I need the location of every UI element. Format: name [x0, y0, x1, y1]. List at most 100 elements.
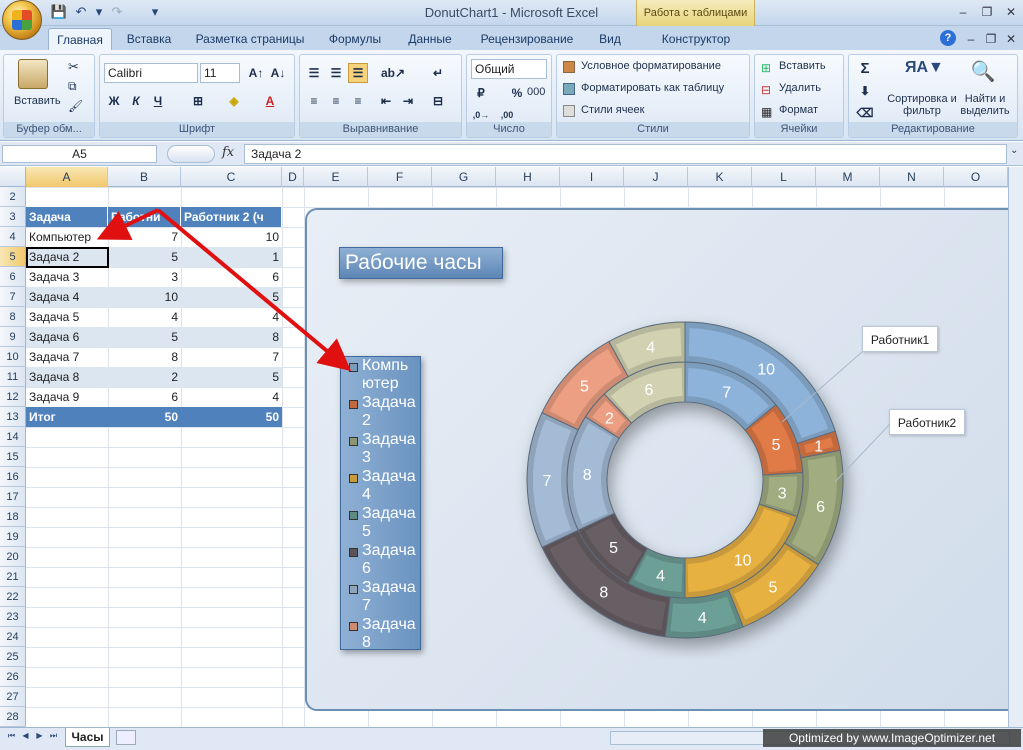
- autosum-icon[interactable]: Σ: [855, 59, 875, 79]
- row-header-12[interactable]: 12: [0, 387, 26, 407]
- table-cell[interactable]: 8: [181, 327, 282, 347]
- table-cell[interactable]: 5: [108, 327, 181, 347]
- row-header-5[interactable]: 5: [0, 247, 26, 267]
- row-header-24[interactable]: 24: [0, 627, 26, 647]
- italic-button[interactable]: К: [126, 91, 146, 111]
- column-header-a[interactable]: A: [26, 167, 108, 187]
- table-cell[interactable]: 10: [181, 227, 282, 247]
- table-header-1[interactable]: Задача: [26, 207, 108, 227]
- column-header-n[interactable]: N: [880, 167, 944, 187]
- row-header-20[interactable]: 20: [0, 547, 26, 567]
- align-center-icon[interactable]: ≡: [326, 91, 346, 111]
- row-header-28[interactable]: 28: [0, 707, 26, 727]
- table-cell[interactable]: 6: [108, 387, 181, 407]
- column-header-d[interactable]: D: [282, 167, 304, 187]
- legend-item[interactable]: Задача 4: [341, 468, 420, 505]
- row-header-11[interactable]: 11: [0, 367, 26, 387]
- expand-formula-icon[interactable]: ⌄: [1010, 145, 1018, 156]
- align-bottom-icon[interactable]: ☰: [348, 63, 368, 83]
- row-header-13[interactable]: 13: [0, 407, 26, 427]
- find-select-button[interactable]: Найти и выделить: [955, 93, 1015, 117]
- find-select-icon[interactable]: 🔍: [969, 59, 997, 89]
- merge-cells-icon[interactable]: ⊟: [428, 91, 448, 111]
- row-header-19[interactable]: 19: [0, 527, 26, 547]
- table-cell[interactable]: 7: [181, 347, 282, 367]
- table-total-cell[interactable]: 50: [181, 407, 282, 427]
- row-header-10[interactable]: 10: [0, 347, 26, 367]
- conditional-format-button[interactable]: Условное форматирование: [581, 60, 721, 72]
- row-header-6[interactable]: 6: [0, 267, 26, 287]
- column-header-c[interactable]: C: [181, 167, 282, 187]
- formula-bar-divider[interactable]: [167, 145, 215, 163]
- table-cell[interactable]: 6: [181, 267, 282, 287]
- number-format-combo[interactable]: Общий: [471, 59, 547, 79]
- row-header-26[interactable]: 26: [0, 667, 26, 687]
- chart-legend[interactable]: Компьютер Задача 2 Задача 3 Задача 4 Задача …: [340, 356, 421, 650]
- table-total-cell[interactable]: 50: [108, 407, 181, 427]
- table-cell[interactable]: 10: [108, 287, 181, 307]
- restore-icon[interactable]: ❐: [976, 3, 998, 21]
- sheet-tab-active[interactable]: Часы: [65, 728, 110, 747]
- cell-styles-button[interactable]: Стили ячеек: [581, 104, 644, 116]
- legend-item[interactable]: Компьютер: [341, 357, 420, 394]
- ribbon-minimize-icon[interactable]: –: [960, 30, 982, 48]
- table-cell[interactable]: 2: [108, 367, 181, 387]
- column-header-o[interactable]: O: [944, 167, 1008, 187]
- orientation-icon[interactable]: ab↗: [380, 63, 405, 83]
- tab-formulas[interactable]: Формулы: [322, 28, 388, 50]
- row-header-2[interactable]: 2: [0, 187, 26, 207]
- currency-icon[interactable]: ₽: [471, 83, 491, 103]
- clear-icon[interactable]: ⌫: [855, 103, 875, 123]
- table-header-3[interactable]: Работник 2 (ч: [181, 207, 282, 227]
- column-header-l[interactable]: L: [752, 167, 816, 187]
- column-header-i[interactable]: I: [560, 167, 624, 187]
- row-header-17[interactable]: 17: [0, 487, 26, 507]
- row-header-8[interactable]: 8: [0, 307, 26, 327]
- help-icon[interactable]: ?: [940, 30, 956, 46]
- column-header-g[interactable]: G: [432, 167, 496, 187]
- table-cell[interactable]: Компьютер: [26, 227, 108, 247]
- name-box[interactable]: A5: [2, 145, 157, 163]
- table-total-cell[interactable]: Итог: [26, 407, 108, 427]
- tab-home[interactable]: Главная: [48, 28, 112, 50]
- bold-button[interactable]: Ж: [104, 91, 124, 111]
- office-button[interactable]: [2, 0, 42, 40]
- table-cell[interactable]: 7: [108, 227, 181, 247]
- format-as-table-button[interactable]: Форматировать как таблицу: [581, 82, 724, 94]
- row-header-22[interactable]: 22: [0, 587, 26, 607]
- column-header-k[interactable]: K: [688, 167, 752, 187]
- fx-button[interactable]: fx: [222, 145, 234, 160]
- column-header-f[interactable]: F: [368, 167, 432, 187]
- close-icon[interactable]: ✕: [1000, 3, 1022, 21]
- copy-icon[interactable]: ⧉: [68, 79, 77, 94]
- align-right-icon[interactable]: ≡: [348, 91, 368, 111]
- table-cell[interactable]: Задача 8: [26, 367, 108, 387]
- decrease-indent-icon[interactable]: ⇤: [376, 91, 396, 111]
- column-header-h[interactable]: H: [496, 167, 560, 187]
- table-cell[interactable]: 4: [181, 307, 282, 327]
- tab-page-layout[interactable]: Разметка страницы: [190, 28, 310, 50]
- align-top-icon[interactable]: ☰: [304, 63, 324, 83]
- legend-item[interactable]: Задача 6: [341, 542, 420, 579]
- format-painter-icon[interactable]: 🖌: [68, 99, 83, 113]
- ribbon-restore-icon[interactable]: ❐: [980, 30, 1002, 48]
- column-header-b[interactable]: B: [108, 167, 181, 187]
- column-header-m[interactable]: M: [816, 167, 880, 187]
- ribbon-close-icon[interactable]: ✕: [1000, 30, 1022, 48]
- table-cell[interactable]: Задача 4: [26, 287, 108, 307]
- column-header-e[interactable]: E: [304, 167, 368, 187]
- table-cell[interactable]: 4: [181, 387, 282, 407]
- row-header-4[interactable]: 4: [0, 227, 26, 247]
- sort-filter-icon[interactable]: ЯA▼: [905, 59, 944, 89]
- fill-icon[interactable]: ⬇: [855, 81, 875, 101]
- insert-sheet-icon[interactable]: [116, 730, 136, 745]
- legend-item[interactable]: Задача 8: [341, 616, 420, 649]
- legend-item[interactable]: Задача 5: [341, 505, 420, 542]
- row-header-9[interactable]: 9: [0, 327, 26, 347]
- font-color-icon[interactable]: A: [260, 91, 280, 111]
- format-cells-button[interactable]: Формат: [779, 104, 818, 116]
- row-header-27[interactable]: 27: [0, 687, 26, 707]
- insert-cells-button[interactable]: Вставить: [779, 60, 826, 72]
- first-sheet-icon[interactable]: ⏮: [6, 731, 17, 743]
- table-cell[interactable]: Задача 6: [26, 327, 108, 347]
